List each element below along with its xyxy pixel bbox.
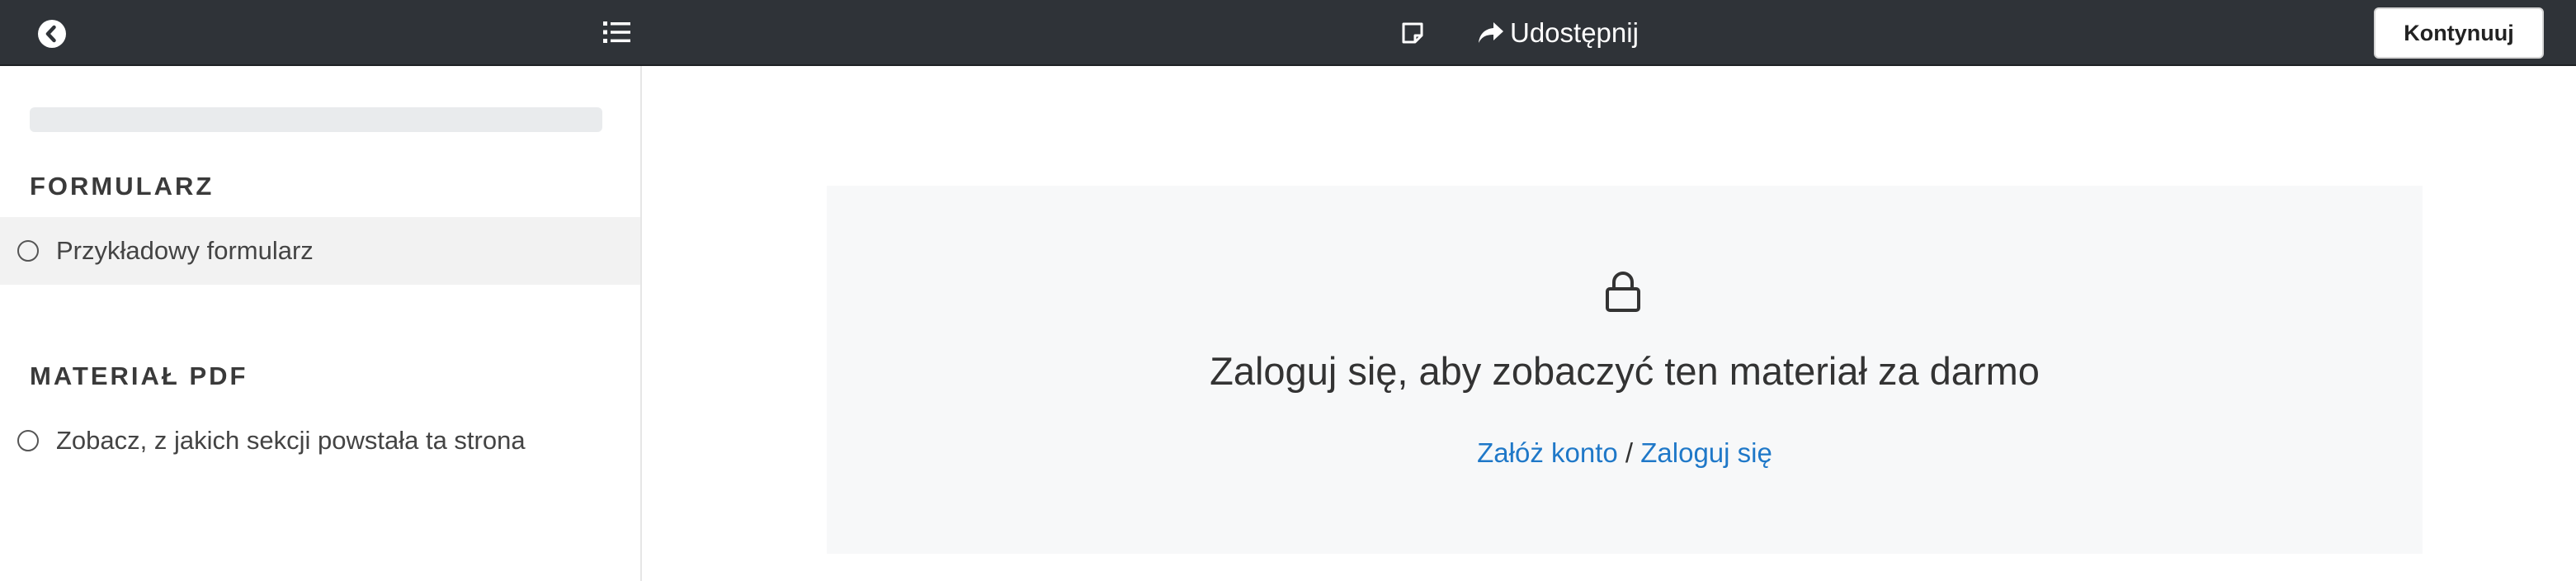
section-heading-formularz: FORMULARZ [30,172,215,201]
top-bar: Udostępnij Kontynuuj [0,0,2576,66]
share-label: Udostępnij [1510,17,1639,48]
login-link[interactable]: Zaloguj się [1640,437,1772,468]
share-button[interactable]: Udostępnij [1477,13,1639,53]
login-prompt-title: Zaloguj się, aby zobaczyć ten materiał z… [1210,349,2040,393]
list-icon[interactable] [602,20,632,45]
register-link[interactable]: Załóż konto [1477,437,1618,468]
sidebar-search-placeholder[interactable] [30,107,602,132]
link-separator: / [1625,437,1634,468]
section-heading-material-pdf: MATERIAŁ PDF [30,361,248,390]
lock-icon [1604,270,1642,313]
auth-links: Załóż konto / Zaloguj się [827,435,2423,471]
sidebar: FORMULARZ Przykładowy formularz MATERIAŁ… [0,66,642,581]
radio-circle-icon [17,240,39,262]
sidebar-item-przykladowy-formularz[interactable]: Przykładowy formularz [0,217,640,285]
continue-button[interactable]: Kontynuuj [2374,7,2544,59]
sidebar-item-label: Przykładowy formularz [56,236,314,265]
sidebar-item-zobacz-sekcje[interactable]: Zobacz, z jakich sekcji powstała ta stro… [0,407,640,475]
back-circle-icon[interactable] [38,20,66,48]
sidebar-item-label: Zobacz, z jakich sekcji powstała ta stro… [56,426,526,455]
radio-circle-icon [17,430,39,451]
main-content: Zaloguj się, aby zobaczyć ten materiał z… [642,66,2576,581]
share-arrow-icon [1477,21,1505,45]
locked-content-panel: Zaloguj się, aby zobaczyć ten materiał z… [827,186,2423,554]
note-icon[interactable] [1400,21,1425,45]
